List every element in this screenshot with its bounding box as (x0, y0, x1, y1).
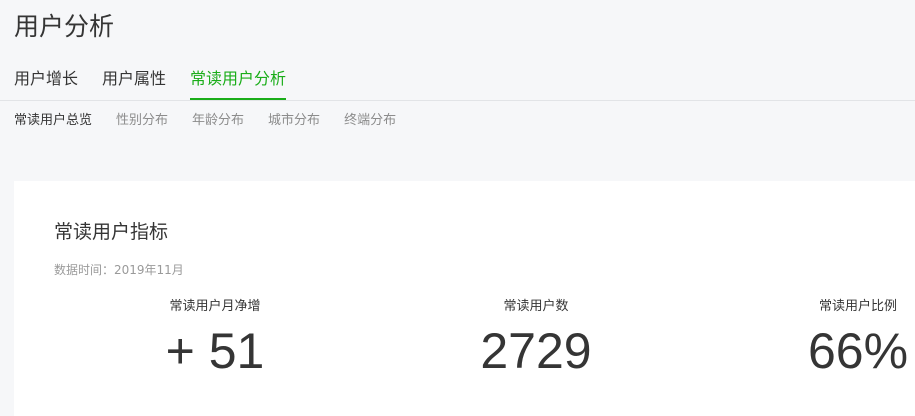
metric-frequent-readers: 常读用户数 2729 (476, 298, 596, 382)
metric-label: 常读用户月净增 (169, 299, 261, 314)
subtab-gender[interactable]: 性别分布 (116, 111, 168, 131)
tab-divider (0, 100, 915, 101)
data-time: 数据时间：2019年11月 (54, 263, 184, 277)
metric-monthly-net-growth: 常读用户月净增 + 51 (160, 298, 270, 382)
metric-label: 常读用户比例 (818, 299, 897, 314)
subtab-device[interactable]: 终端分布 (344, 111, 396, 131)
user-analysis-page: 用户分析 用户增长 用户属性 常读用户分析 常读用户总览 性别分布 年龄分布 城… (0, 0, 915, 416)
tab-user-growth[interactable]: 用户增长 (14, 66, 78, 100)
metric-label: 常读用户数 (503, 299, 569, 314)
page-title: 用户分析 (14, 12, 115, 41)
tab-frequent-reader-analysis[interactable]: 常读用户分析 (190, 66, 287, 100)
metrics-card: 常读用户指标 数据时间：2019年11月 常读用户月净增 + 51 常读用户数 … (14, 181, 915, 416)
metric-frequent-reader-ratio: 常读用户比例 66% (804, 298, 912, 382)
subtab-overview[interactable]: 常读用户总览 (14, 111, 92, 131)
card-title: 常读用户指标 (54, 221, 169, 243)
metric-value: + 51 (165, 323, 265, 379)
main-tabs: 用户增长 用户属性 常读用户分析 (14, 66, 310, 100)
subtab-city[interactable]: 城市分布 (268, 111, 320, 131)
subtab-age[interactable]: 年龄分布 (192, 111, 244, 131)
metric-value: 66% (807, 323, 909, 379)
tab-user-attributes[interactable]: 用户属性 (102, 66, 166, 100)
metric-value: 2729 (480, 323, 592, 379)
sub-tabs: 常读用户总览 性别分布 年龄分布 城市分布 终端分布 (14, 111, 420, 131)
